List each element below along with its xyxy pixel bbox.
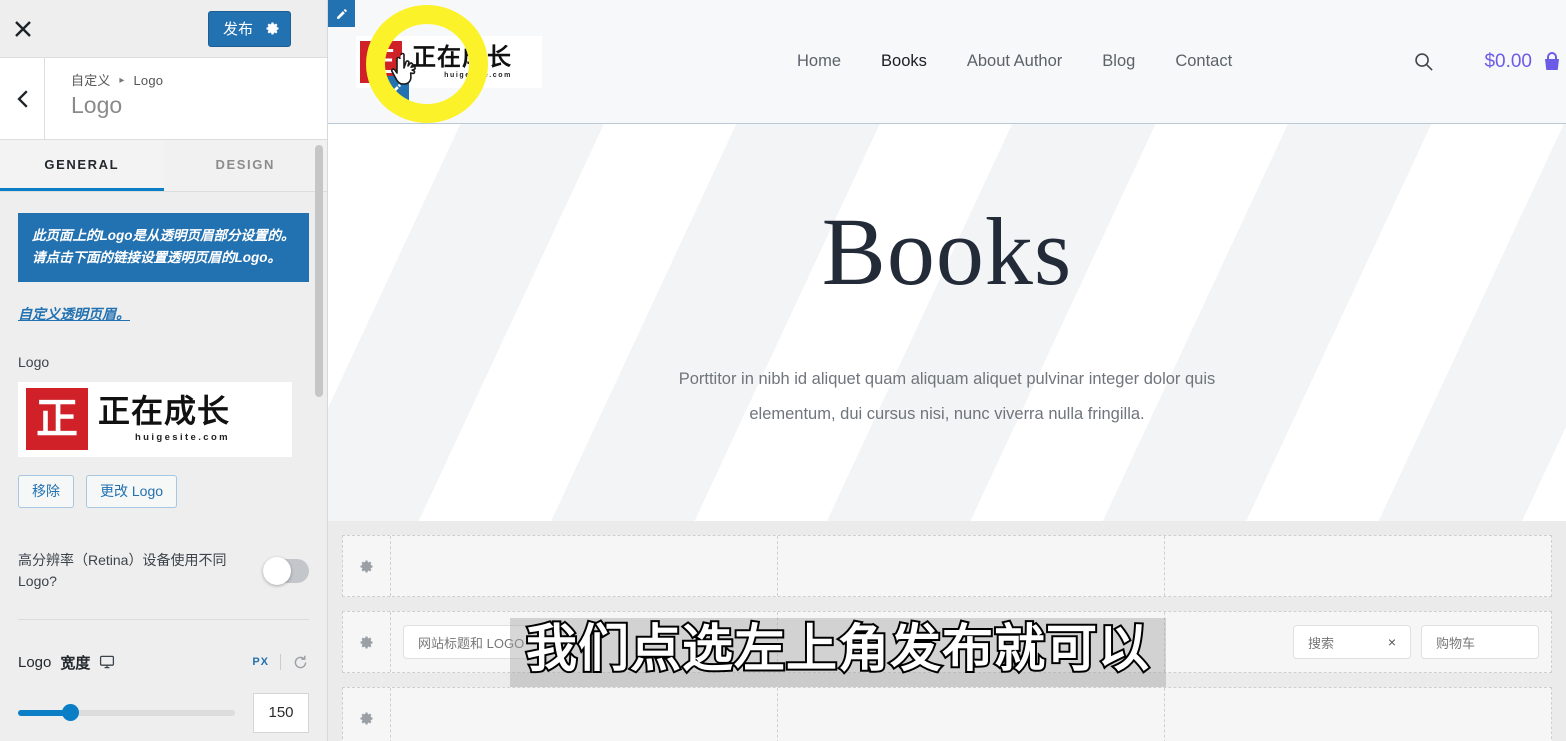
logo-preview-image: 正 正在成长 huigesite.com bbox=[18, 381, 292, 457]
logo-wordmark: 正在成长 huigesite.com bbox=[98, 395, 230, 443]
logo-width-label-strong: 宽度 bbox=[60, 654, 91, 672]
change-logo-button[interactable]: 更改 Logo bbox=[86, 474, 178, 508]
logo-width-label-prefix: Logo bbox=[18, 653, 52, 671]
back-button[interactable] bbox=[0, 58, 45, 139]
site-logo[interactable]: 正 正在成长 huigesite.com bbox=[356, 35, 542, 103]
pencil-icon bbox=[390, 84, 401, 94]
pencil-icon bbox=[336, 8, 347, 19]
builder-cell[interactable] bbox=[1165, 536, 1551, 596]
close-icon bbox=[14, 20, 31, 37]
logo-width-slider-row: 150 bbox=[18, 692, 309, 733]
builder-chip-search[interactable]: 搜索 × bbox=[1293, 625, 1411, 659]
logo-width-controls: PX bbox=[252, 654, 309, 671]
builder-chip-label: 搜索 bbox=[1308, 635, 1335, 651]
remove-chip-close-icon[interactable]: × bbox=[1388, 634, 1396, 650]
shopping-cart-icon bbox=[1545, 51, 1559, 70]
publish-button-label: 发布 bbox=[222, 21, 253, 38]
page-title: Logo bbox=[71, 92, 123, 118]
panel-titles: 自定义 ▸ Logo Logo bbox=[45, 58, 163, 139]
logo-width-input[interactable]: 150 bbox=[253, 692, 309, 733]
logo-field-label: Logo bbox=[18, 353, 50, 370]
builder-cell[interactable]: 搜索 × 购物车 bbox=[1165, 612, 1551, 672]
reset-icon[interactable] bbox=[292, 654, 309, 671]
cart-button[interactable]: $0.00 bbox=[1484, 50, 1564, 74]
breadcrumb: 自定义 ▸ Logo bbox=[71, 70, 163, 89]
retina-logo-row: 高分辨率（Retina）设备使用不同Logo? bbox=[18, 550, 309, 620]
tab-general[interactable]: GENERAL bbox=[0, 140, 164, 191]
site-navigation: Home Books About Author Blog Contact bbox=[797, 52, 1232, 71]
builder-cell[interactable] bbox=[778, 536, 1165, 596]
logo-chinese-text: 正在成长 bbox=[98, 392, 231, 431]
builder-cell[interactable] bbox=[391, 536, 778, 596]
site-header: 正 正在成长 huigesite.com Home Books About Au… bbox=[328, 0, 1566, 124]
logo-seal-mark: 正 bbox=[26, 388, 88, 451]
builder-chip-label: 网站标题和 LOGO bbox=[418, 635, 525, 651]
cart-amount: $0.00 bbox=[1484, 50, 1532, 72]
slider-thumb[interactable] bbox=[62, 704, 80, 722]
edit-header-pencil-button[interactable] bbox=[328, 0, 355, 27]
sidebar-scrollbar[interactable] bbox=[315, 145, 323, 397]
remove-logo-button[interactable]: 移除 bbox=[18, 474, 74, 508]
logo-width-label: Logo 宽度 bbox=[18, 652, 115, 673]
panel-tabs: GENERAL DESIGN bbox=[0, 140, 327, 192]
logo-width-row: Logo 宽度 PX bbox=[18, 652, 309, 673]
breadcrumb-current: Logo bbox=[133, 73, 164, 88]
publish-settings-gear-icon[interactable] bbox=[265, 21, 280, 36]
transparent-header-notice: 此页面上的Logo是从透明页眉部分设置的。 请点击下面的链接设置透明页眉的Log… bbox=[18, 213, 309, 282]
breadcrumb-root[interactable]: 自定义 bbox=[71, 73, 111, 88]
builder-row-settings-gear-icon[interactable] bbox=[343, 688, 391, 741]
close-customizer-button[interactable] bbox=[0, 0, 45, 57]
builder-row-settings-gear-icon[interactable] bbox=[343, 536, 391, 596]
customizer-topbar: 发布 bbox=[0, 0, 327, 58]
logo-domain-text: huigesite.com bbox=[134, 432, 231, 444]
publish-button[interactable]: 发布 bbox=[207, 10, 291, 47]
site-preview: 正 正在成长 huigesite.com Home Books About Au… bbox=[328, 0, 1566, 741]
hero-title: Books bbox=[821, 198, 1073, 305]
customizer-screen: 发布 自定义 ▸ Logo Logo GENERAL DESIGN 此页面上的L… bbox=[0, 0, 1566, 741]
tutorial-caption-text: 我们点选左上角发布就可以 bbox=[524, 620, 1151, 679]
logo-chinese-text: 正在成长 bbox=[412, 42, 512, 71]
logo-actions: 移除 更改 Logo bbox=[18, 474, 309, 508]
unit-px-button[interactable]: PX bbox=[252, 656, 269, 668]
nav-item-contact[interactable]: Contact bbox=[1175, 52, 1232, 71]
search-icon[interactable] bbox=[1413, 51, 1434, 72]
builder-cell[interactable] bbox=[391, 688, 778, 741]
breadcrumb-separator-icon: ▸ bbox=[119, 75, 125, 86]
logo-width-slider[interactable] bbox=[18, 704, 235, 722]
chevron-left-icon bbox=[17, 89, 28, 108]
hero-paragraph: Porttitor in nibh id aliquet quam aliqua… bbox=[678, 370, 1216, 423]
customize-transparent-header-link[interactable]: 自定义透明页眉。 bbox=[18, 304, 130, 324]
builder-chip-cart[interactable]: 购物车 bbox=[1421, 625, 1539, 659]
builder-row-bottom bbox=[342, 687, 1552, 741]
header-actions: $0.00 bbox=[1413, 50, 1566, 74]
builder-row-settings-gear-icon[interactable] bbox=[343, 612, 391, 672]
tab-design[interactable]: DESIGN bbox=[164, 140, 328, 191]
nav-item-about-author[interactable]: About Author bbox=[967, 52, 1062, 71]
edit-logo-pencil-button[interactable] bbox=[382, 75, 409, 103]
divider bbox=[280, 654, 281, 671]
customizer-sidebar: 发布 自定义 ▸ Logo Logo GENERAL DESIGN 此页面上的L… bbox=[0, 0, 328, 741]
nav-item-blog[interactable]: Blog bbox=[1102, 52, 1135, 71]
builder-cell[interactable] bbox=[1165, 688, 1551, 741]
builder-cell[interactable] bbox=[778, 688, 1165, 741]
hero-content: Books Porttitor in nibh id aliquet quam … bbox=[328, 124, 1566, 431]
builder-row-top bbox=[342, 535, 1552, 597]
hero-section: Books Porttitor in nibh id aliquet quam … bbox=[328, 124, 1566, 521]
retina-logo-toggle[interactable] bbox=[263, 557, 309, 586]
builder-chip-label: 购物车 bbox=[1436, 635, 1476, 651]
nav-item-books[interactable]: Books bbox=[881, 52, 927, 71]
panel-body: 此页面上的Logo是从透明页眉部分设置的。 请点击下面的链接设置透明页眉的Log… bbox=[0, 193, 327, 741]
nav-item-home[interactable]: Home bbox=[797, 52, 841, 71]
logo-domain-text: huigesite.com bbox=[444, 71, 512, 79]
toggle-knob bbox=[263, 557, 291, 586]
retina-logo-label: 高分辨率（Retina）设备使用不同Logo? bbox=[18, 551, 227, 590]
tutorial-caption-overlay: 我们点选左上角发布就可以 bbox=[510, 618, 1167, 688]
panel-header: 自定义 ▸ Logo Logo bbox=[0, 58, 327, 140]
header-builder: 网站标题和 LOGO 搜索 × 购物车 我们点选左上角发布就可以 bbox=[328, 521, 1566, 741]
desktop-icon[interactable] bbox=[99, 654, 115, 670]
logo-wordmark: 正在成长 huigesite.com bbox=[412, 45, 512, 79]
